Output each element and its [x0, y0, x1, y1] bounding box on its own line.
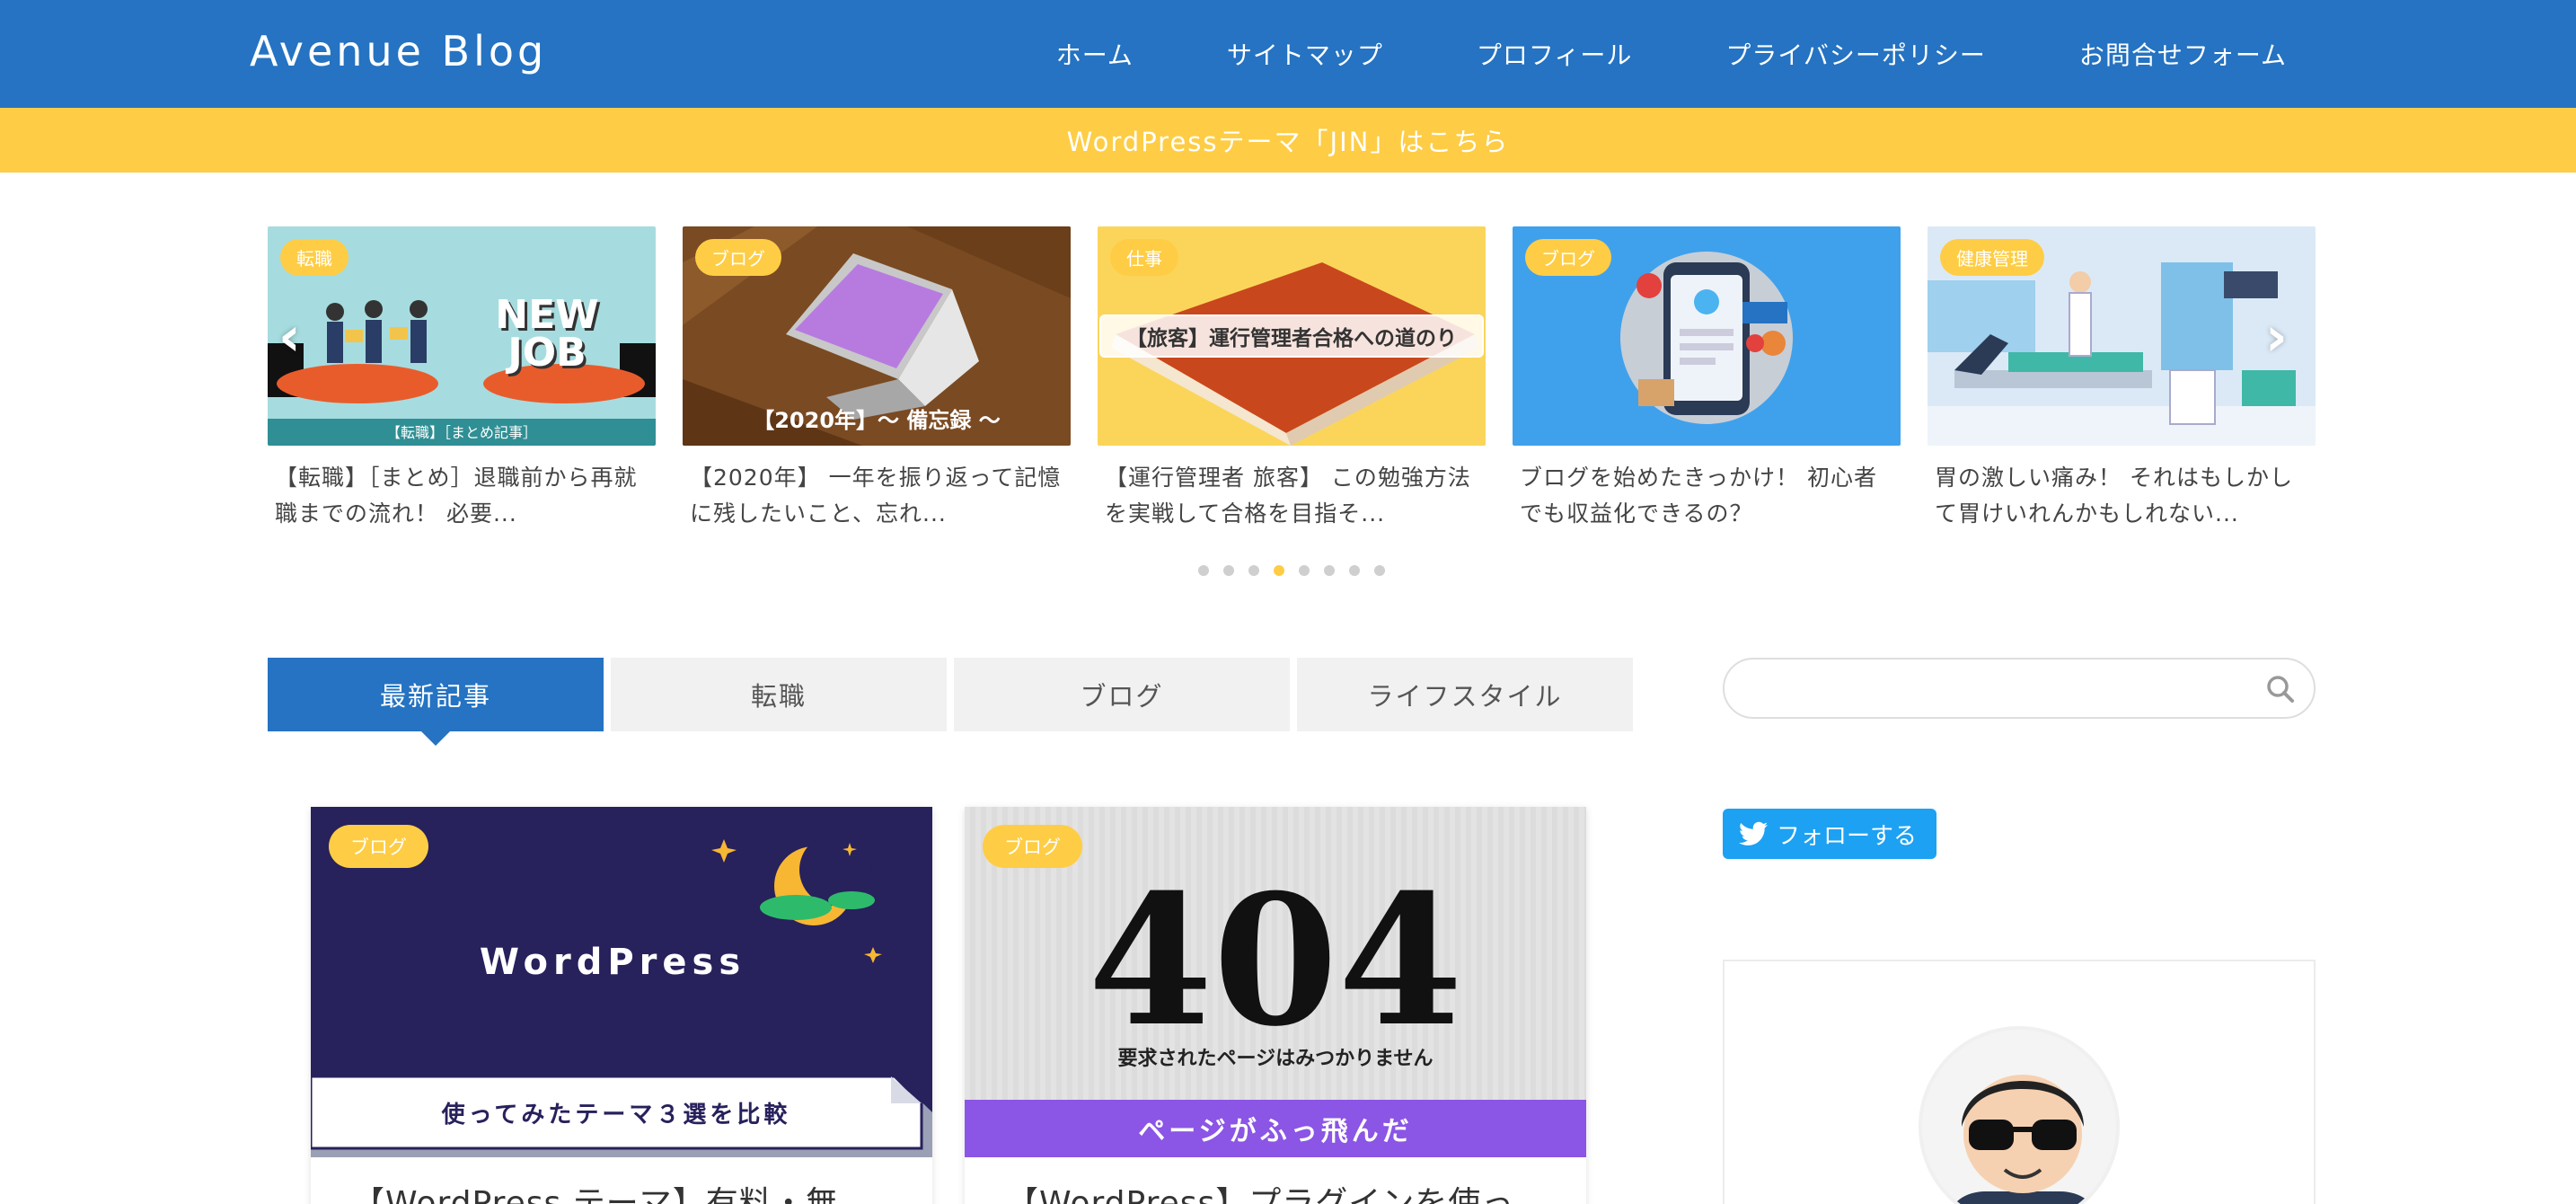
slider-pagination — [1198, 565, 1385, 576]
tab-blog[interactable]: ブログ — [954, 658, 1290, 731]
article-image-banner: 使ってみたテーマ３選を比較 — [441, 1102, 791, 1129]
slide-title-line: に残したいこと、忘れ... — [690, 500, 947, 527]
slider-dot[interactable] — [1248, 565, 1259, 576]
twitter-follow-button[interactable]: フォローする — [1723, 809, 1936, 859]
slider-dot[interactable] — [1223, 565, 1234, 576]
tab-career[interactable]: 転職 — [611, 658, 947, 731]
global-nav: ホーム サイトマップ プロフィール プライバシーポリシー お問合せフォーム — [1056, 36, 2287, 72]
slide-thumbnail[interactable]: 転職 NEW JOB 【転職】［まとめ記事］ — [268, 226, 656, 446]
nav-privacy[interactable]: プライバシーポリシー — [1725, 36, 1985, 72]
slide-category-badge: 健康管理 — [1940, 239, 2044, 276]
profile-widget — [1723, 960, 2316, 1204]
slide-image-title: 【旅客】運行管理者合格への道のり — [1099, 314, 1484, 358]
slide-item[interactable]: 転職 NEW JOB 【転職】［まとめ記事］ 【転職】［まとめ］退職前から再就 … — [268, 226, 656, 532]
slide-title[interactable]: 【2020年】 一年を振り返って記憶 に残したいこと、忘れ... — [683, 460, 1071, 532]
article-category-badge: ブログ — [983, 825, 1082, 868]
slide-thumbnail[interactable]: ブログ 【2020年】～ 備忘録 ～ — [683, 226, 1071, 446]
notice-text[interactable]: WordPressテーマ「JIN」はこちら — [1067, 121, 1510, 159]
article-image-title: WordPress — [479, 942, 746, 983]
slide-item[interactable]: 仕事 【旅客】運行管理者合格への道のり 【運行管理者 旅客】 この勉強方法 を実… — [1098, 226, 1486, 532]
slide-image-caption: 【転職】［まとめ記事］ — [385, 424, 537, 441]
slide-thumbnail[interactable]: 健康管理 — [1928, 226, 2316, 446]
slide-thumbnail[interactable]: ブログ — [1513, 226, 1901, 446]
slide-thumbnail[interactable]: 仕事 【旅客】運行管理者合格への道のり — [1098, 226, 1486, 446]
article-card[interactable]: ブログ WordPress 使ってみたテーマ３選を比較 【WordPress テ… — [311, 807, 932, 1204]
slide-title-line: 【運行管理者 旅客】 この勉強方法 — [1105, 465, 1471, 491]
site-title[interactable]: Avenue Blog — [250, 27, 547, 75]
slide-item[interactable]: ブログ 【2020年】～ 備忘録 ～ 【2020年】 一年を振り返って記憶 に残… — [683, 226, 1071, 532]
slide-category-badge: ブログ — [1525, 239, 1611, 276]
slide-title-line: 胃の激しい痛み！ それはもしかし — [1935, 465, 2293, 491]
slide-title[interactable]: 【転職】［まとめ］退職前から再就 職までの流れ！ 必要... — [268, 460, 656, 532]
slide-item[interactable]: ブログ ブログを始めたきっかけ！ 初心者 でも収益化できるの？ — [1513, 226, 1901, 532]
article-title[interactable]: 【WordPress】プラグインを使っ... — [965, 1157, 1586, 1204]
tab-lifestyle[interactable]: ライフスタイル — [1297, 658, 1633, 731]
nav-home[interactable]: ホーム — [1056, 36, 1134, 72]
slide-image-title: 【2020年】～ 備忘録 ～ — [753, 408, 1001, 433]
slide-title[interactable]: 【運行管理者 旅客】 この勉強方法 を実戦して合格を目指そ... — [1098, 460, 1486, 532]
slide-title[interactable]: ブログを始めたきっかけ！ 初心者 でも収益化できるの？ — [1513, 460, 1901, 532]
slide-title-line: ブログを始めたきっかけ！ 初心者 — [1520, 465, 1877, 491]
slide-image-title: NEW JOB — [495, 292, 599, 376]
slide-title-line: て胃けいれんかもしれない... — [1935, 500, 2239, 527]
slider-dot[interactable] — [1274, 565, 1284, 576]
article-title[interactable]: 【WordPress テーマ】有料・無... — [311, 1157, 932, 1204]
slider-dot[interactable] — [1349, 565, 1360, 576]
slide-title-line: でも収益化できるの？ — [1520, 500, 1753, 527]
article-tabs: 最新記事 転職 ブログ ライフスタイル — [268, 658, 1633, 746]
slider-next-icon[interactable]: › — [2265, 305, 2288, 368]
slide-title-line: 職までの流れ！ 必要... — [275, 500, 517, 527]
slider-dot[interactable] — [1299, 565, 1310, 576]
slider-dot[interactable] — [1374, 565, 1385, 576]
slide-category-badge: ブログ — [695, 239, 781, 276]
twitter-bird-icon — [1739, 821, 1768, 845]
avatar-illustration — [1954, 1075, 2091, 1204]
slider-prev-icon[interactable]: ‹ — [278, 305, 301, 368]
follow-label: フォローする — [1777, 822, 1918, 850]
slide-item[interactable]: 健康管理 胃の激しい痛み！ それはもしかし て胃けいれんかもしれない... — [1928, 226, 2316, 532]
slider-dot[interactable] — [1198, 565, 1209, 576]
nav-sitemap[interactable]: サイトマップ — [1227, 36, 1383, 72]
slide-title[interactable]: 胃の激しい痛み！ それはもしかし て胃けいれんかもしれない... — [1928, 460, 2316, 532]
article-card[interactable]: ブログ 404 要求されたページはみつかりません ページがふっ飛んだ 【Word… — [965, 807, 1586, 1204]
article-image-subtitle: 要求されたページはみつかりません — [1117, 1048, 1434, 1070]
featured-slider: ‹ › 転職 NEW JOB 【転職】［まとめ記事］ 【転職】［まとめ］退職前か… — [268, 226, 2316, 532]
tab-latest[interactable]: 最新記事 — [268, 658, 604, 746]
search-icon[interactable] — [2265, 674, 2296, 704]
article-category-badge: ブログ — [329, 825, 428, 868]
slide-category-badge: 仕事 — [1110, 239, 1178, 276]
slider-dot[interactable] — [1324, 565, 1335, 576]
slide-title-line: を実戦して合格を目指そ... — [1105, 500, 1386, 527]
site-header: Avenue Blog ホーム サイトマップ プロフィール プライバシーポリシー… — [0, 0, 2576, 108]
article-thumbnail[interactable]: ブログ 404 要求されたページはみつかりません ページがふっ飛んだ — [965, 807, 1586, 1157]
slide-title-line: 【2020年】 一年を振り返って記憶 — [690, 465, 1062, 491]
article-image-title: 404 — [1088, 855, 1463, 1067]
article-thumbnail[interactable]: ブログ WordPress 使ってみたテーマ３選を比較 — [311, 807, 932, 1157]
notice-bar[interactable]: WordPressテーマ「JIN」はこちら — [0, 108, 2576, 173]
nav-contact[interactable]: お問合せフォーム — [2079, 36, 2287, 72]
slide-title-line: 【転職】［まとめ］退職前から再就 — [275, 465, 638, 491]
search-input[interactable] — [1748, 660, 2251, 717]
search-box — [1723, 658, 2316, 719]
slide-category-badge: 転職 — [280, 239, 348, 276]
avatar — [1919, 1026, 2120, 1204]
nav-profile[interactable]: プロフィール — [1477, 36, 1632, 72]
article-image-banner: ページがふっ飛んだ — [965, 1100, 1586, 1157]
